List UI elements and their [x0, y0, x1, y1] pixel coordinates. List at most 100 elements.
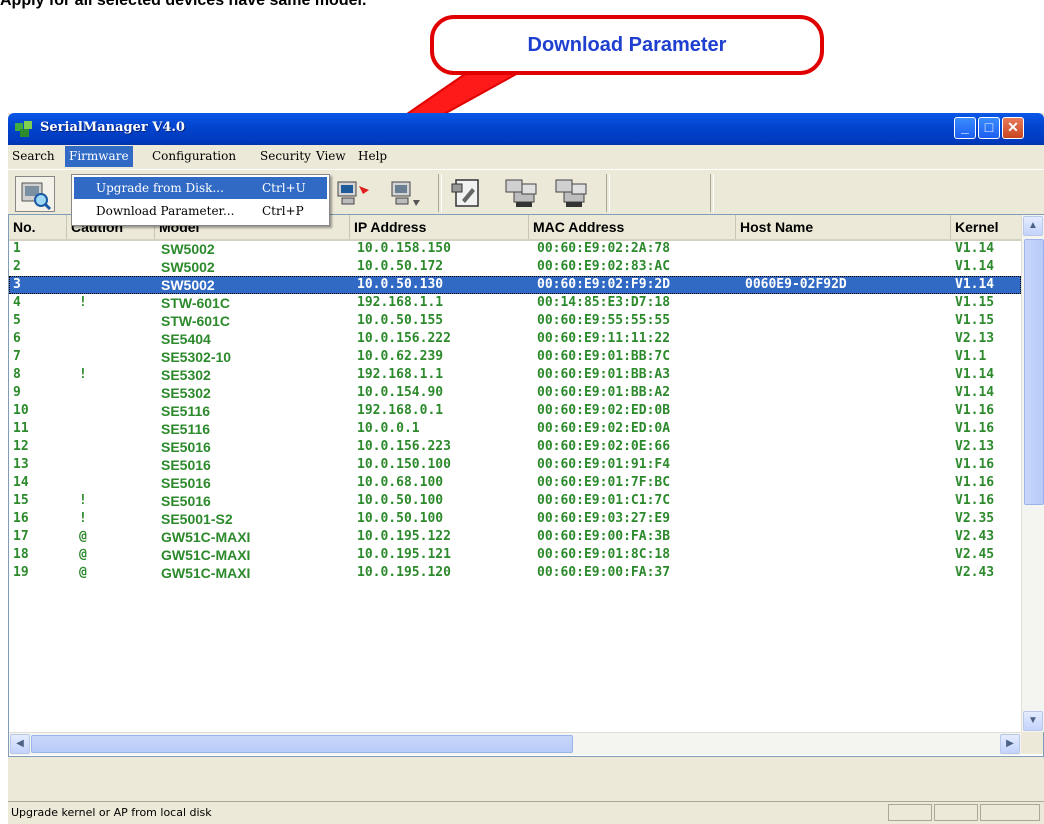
network-device-icon	[505, 179, 537, 207]
cell-ip-address: 10.0.0.1	[357, 421, 420, 436]
menu-view[interactable]: View	[316, 149, 346, 163]
cell-model: SE5116	[161, 403, 211, 419]
search-device-button[interactable]	[15, 176, 55, 212]
horizontal-scroll-thumb[interactable]	[31, 735, 573, 753]
cell-caution: @	[79, 547, 87, 562]
scroll-up-button[interactable]: ▲	[1023, 216, 1043, 236]
reset-button[interactable]	[334, 176, 374, 212]
cell-caution: @	[79, 529, 87, 544]
cell-no: 16	[13, 511, 29, 526]
scrollbar-corner	[1021, 732, 1043, 754]
serialmanager-window: SerialManager V4.0 _ □ ✕ Search Firmware…	[8, 113, 1044, 824]
horizontal-scrollbar[interactable]: ◀ ▶	[9, 732, 1021, 755]
cell-kernel: V1.1	[955, 349, 987, 364]
network-device-button[interactable]	[502, 176, 542, 212]
table-row[interactable]: 5 STW-601C 10.0.50.155 00:60:E9:55:55:55 V1.…	[9, 312, 1021, 330]
table-row[interactable]: 8! SE5302 192.168.1.1 00:60:E9:01:BB:A3 V1.1…	[9, 366, 1021, 384]
table-row[interactable]: 13 SE5016 10.0.150.100 00:60:E9:01:91:F4 V1.…	[9, 456, 1021, 474]
cell-caution: !	[79, 295, 87, 310]
scroll-right-button[interactable]: ▶	[1000, 734, 1020, 754]
cell-model: SE5302	[161, 367, 211, 383]
vertical-scroll-thumb[interactable]	[1024, 239, 1044, 505]
table-row[interactable]: 6 SE5404 10.0.156.222 00:60:E9:11:11:22 V2.1…	[9, 330, 1021, 348]
scroll-left-button[interactable]: ◀	[10, 734, 30, 754]
cell-kernel: V1.14	[955, 367, 995, 382]
cell-no: 3	[13, 277, 21, 292]
table-row[interactable]: 3 SW5002 10.0.50.130 00:60:E9:02:F9:2D 0060E…	[9, 276, 1021, 294]
menu-security[interactable]: Security	[260, 149, 311, 163]
status-bar: Upgrade kernel or AP from local disk	[8, 801, 1044, 824]
table-row[interactable]: 10 SE5116 192.168.0.1 00:60:E9:02:ED:0B V1.1…	[9, 402, 1021, 420]
menu-help[interactable]: Help	[358, 149, 387, 163]
cell-ip-address: 10.0.50.130	[357, 277, 444, 292]
cell-model: SE5016	[161, 493, 211, 509]
vertical-scrollbar[interactable]: ▲ ▼	[1021, 215, 1044, 732]
table-row[interactable]: 7 SE5302-10 10.0.62.239 00:60:E9:01:BB:7C V1…	[9, 348, 1021, 366]
table-row[interactable]: 2 SW5002 10.0.50.172 00:60:E9:02:83:AC V1.14	[9, 258, 1021, 276]
cell-mac-address: 00:60:E9:02:ED:0A	[537, 421, 671, 436]
menu-firmware[interactable]: Firmware	[65, 146, 133, 167]
menu-item-download-parameter[interactable]: Download Parameter... Ctrl+P	[74, 200, 327, 222]
device-list[interactable]: No. Caution Model IP Address MAC Address…	[8, 214, 1044, 757]
configuration-button[interactable]	[448, 176, 488, 212]
title-bar[interactable]: SerialManager V4.0 _ □ ✕	[8, 113, 1044, 145]
cell-mac-address: 00:60:E9:01:8C:18	[537, 547, 671, 562]
table-row[interactable]: 11 SE5116 10.0.0.1 00:60:E9:02:ED:0A V1.16	[9, 420, 1021, 438]
menu-configuration[interactable]: Configuration	[152, 149, 236, 163]
cell-mac-address: 00:60:E9:02:83:AC	[537, 259, 671, 274]
cell-ip-address: 192.168.1.1	[357, 295, 444, 310]
cell-model: SE5001-S2	[161, 511, 233, 527]
toolbar-separator	[710, 174, 714, 212]
cell-ip-address: 10.0.150.100	[357, 457, 451, 472]
table-row[interactable]: 14 SE5016 10.0.68.100 00:60:E9:01:7F:BC V1.1…	[9, 474, 1021, 492]
firmware-dropdown-menu: Upgrade from Disk... Ctrl+U Download Par…	[71, 174, 330, 226]
column-header-host-name[interactable]: Host Name	[736, 215, 951, 239]
cell-ip-address: 10.0.154.90	[357, 385, 444, 400]
table-row[interactable]: 17 @ GW51C-MAXI 10.0.195.122 00:60:E9:00:FA:…	[9, 528, 1021, 546]
cell-mac-address: 00:60:E9:01:C1:7C	[537, 493, 671, 508]
cell-model: STW-601C	[161, 295, 230, 311]
cell-no: 4	[13, 295, 21, 310]
table-row[interactable]: 9 SE5302 10.0.154.90 00:60:E9:01:BB:A2 V1.14	[9, 384, 1021, 402]
cell-model: SE5302-10	[161, 349, 232, 365]
cell-no: 12	[13, 439, 29, 454]
close-button[interactable]: ✕	[1002, 117, 1024, 139]
cell-kernel: V2.43	[955, 529, 995, 544]
table-row[interactable]: 4! STW-601C 192.168.1.1 00:14:85:E3:D7:18 V1…	[9, 294, 1021, 312]
cell-model: STW-601C	[161, 313, 230, 329]
cell-no: 14	[13, 475, 29, 490]
computer-download-icon	[391, 181, 420, 206]
cell-kernel: V1.16	[955, 403, 995, 418]
cell-ip-address: 10.0.50.155	[357, 313, 444, 328]
cell-ip-address: 192.168.0.1	[357, 403, 444, 418]
maximize-button[interactable]: □	[978, 117, 1000, 139]
toolbar-separator	[606, 174, 610, 212]
network-device-2-button[interactable]	[552, 176, 592, 212]
cell-mac-address: 00:60:E9:02:2A:78	[537, 241, 671, 256]
scroll-down-button[interactable]: ▼	[1023, 711, 1043, 731]
table-row[interactable]: 16! SE5001-S2 10.0.50.100 00:60:E9:03:27:E9…	[9, 510, 1021, 528]
cell-kernel: V1.14	[955, 259, 995, 274]
download-button[interactable]	[386, 176, 426, 212]
menu-search[interactable]: Search	[12, 149, 55, 163]
table-row[interactable]: 18 @ GW51C-MAXI 10.0.195.121 00:60:E9:01:8C:…	[9, 546, 1021, 564]
cell-kernel: V2.13	[955, 439, 995, 454]
cell-ip-address: 10.0.156.222	[357, 331, 451, 346]
column-header-mac-address[interactable]: MAC Address	[529, 215, 736, 239]
cell-no: 11	[13, 421, 29, 436]
menu-item-upgrade-from-disk[interactable]: Upgrade from Disk... Ctrl+U	[74, 177, 327, 199]
table-row[interactable]: 1 SW5002 10.0.158.150 00:60:E9:02:2A:78 V1.1…	[9, 240, 1021, 258]
column-header-kernel[interactable]: Kernel	[951, 215, 1021, 239]
cell-model: SE5016	[161, 475, 211, 491]
cell-model: GW51C-MAXI	[161, 565, 251, 581]
cell-kernel: V1.16	[955, 475, 995, 490]
table-row[interactable]: 12 SE5016 10.0.156.223 00:60:E9:02:0E:66 V2.…	[9, 438, 1021, 456]
minimize-button[interactable]: _	[954, 117, 976, 139]
table-row[interactable]: 15! SE5016 10.0.50.100 00:60:E9:01:C1:7C V1.…	[9, 492, 1021, 510]
table-row[interactable]: 19 @ GW51C-MAXI 10.0.195.120 00:60:E9:00:FA:…	[9, 564, 1021, 582]
configuration-icon	[451, 179, 479, 207]
callout-download-parameter: Download Parameter	[430, 15, 824, 75]
column-header-ip-address[interactable]: IP Address	[350, 215, 529, 239]
cell-model: SE5302	[161, 385, 211, 401]
column-header-no[interactable]: No.	[9, 215, 67, 239]
